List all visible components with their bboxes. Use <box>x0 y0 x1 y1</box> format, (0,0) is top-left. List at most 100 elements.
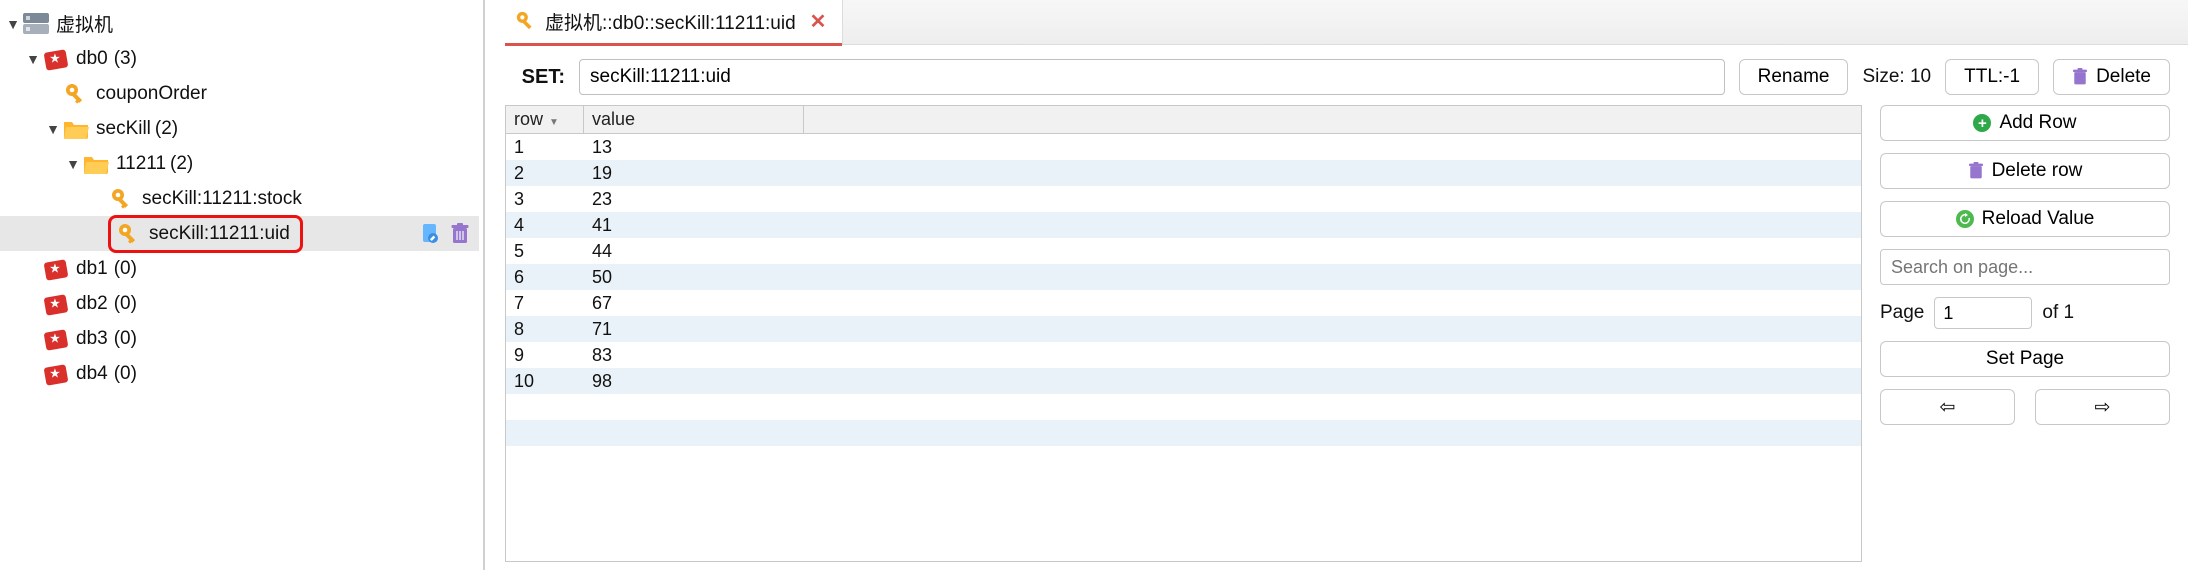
database-icon: ★ <box>42 290 70 318</box>
cell-value: 67 <box>584 290 804 317</box>
database-icon: ★ <box>42 360 70 388</box>
table-row[interactable]: 1098 <box>506 368 1861 394</box>
tab-title: 虚拟机::db0::secKill:11211:uid <box>545 8 796 35</box>
tab-bar-filler <box>842 0 2188 44</box>
trash-icon[interactable] <box>449 223 471 245</box>
tree-node-couponorder[interactable]: couponOrder <box>0 76 479 111</box>
cell-value: 44 <box>584 238 804 265</box>
chevron-down-icon[interactable]: ▼ <box>26 51 40 67</box>
copy-key-icon[interactable] <box>419 223 441 245</box>
cell-blank <box>804 144 1861 150</box>
arrow-right-icon: ⇨ <box>2095 396 2111 419</box>
next-page-button[interactable]: ⇨ <box>2035 389 2170 425</box>
table-row[interactable]: 650 <box>506 264 1861 290</box>
cell-row: 4 <box>506 212 584 239</box>
close-icon[interactable]: ✕ <box>810 9 827 34</box>
tab-key-uid[interactable]: 虚拟机::db0::secKill:11211:uid ✕ <box>505 0 842 46</box>
page-label: Page <box>1880 302 1924 324</box>
reload-value-button[interactable]: Reload Value <box>1880 201 2170 237</box>
table-row[interactable]: 544 <box>506 238 1861 264</box>
trash-icon <box>1968 162 1984 180</box>
rename-label: Rename <box>1758 66 1830 88</box>
cell-blank <box>804 196 1861 202</box>
tree-node-db1[interactable]: ★ db1 (0) <box>0 251 479 286</box>
key-icon <box>515 10 537 32</box>
sidebar-tree: ▼ 虚拟机 ▼ ★ db0 (3) <box>0 0 485 570</box>
rename-button[interactable]: Rename <box>1739 59 1849 95</box>
table-row-empty <box>506 446 1861 472</box>
plus-icon: + <box>1973 114 1991 132</box>
cell-blank <box>804 248 1861 254</box>
search-input[interactable] <box>1880 249 2170 285</box>
cell-value: 19 <box>584 160 804 187</box>
tree-count: (2) <box>155 118 178 140</box>
cell-row: 6 <box>506 264 584 291</box>
chevron-down-icon[interactable]: ▼ <box>46 121 60 137</box>
cell-value: 23 <box>584 186 804 213</box>
page-number-input[interactable] <box>1934 297 2032 329</box>
tree-label: couponOrder <box>96 83 207 105</box>
column-header-row[interactable]: row <box>506 106 584 133</box>
tab-bar: 虚拟机::db0::secKill:11211:uid ✕ <box>505 0 2188 45</box>
tree-label: db2 <box>76 293 108 315</box>
tree-count: (0) <box>114 293 137 315</box>
table-row[interactable]: 767 <box>506 290 1861 316</box>
tree-node-key-uid[interactable]: secKill:11211:uid <box>0 216 479 251</box>
reload-icon <box>1956 210 1974 228</box>
key-icon <box>62 80 90 108</box>
table-row[interactable]: 441 <box>506 212 1861 238</box>
database-icon: ★ <box>42 255 70 283</box>
tree-node-db0[interactable]: ▼ ★ db0 (3) <box>0 41 479 76</box>
delete-label: Delete <box>2096 66 2151 88</box>
cell-blank <box>804 222 1861 228</box>
cell-row: 8 <box>506 316 584 343</box>
tree-label: secKill <box>96 118 151 140</box>
cell-value: 98 <box>584 368 804 395</box>
trash-icon <box>2072 68 2088 86</box>
tree-node-key-stock[interactable]: secKill:11211:stock <box>0 181 479 216</box>
set-page-button[interactable]: Set Page <box>1880 341 2170 377</box>
tree-node-db3[interactable]: ★ db3 (0) <box>0 321 479 356</box>
values-table: row value 113219323441544650767871983109… <box>505 105 1862 562</box>
cell-blank <box>804 326 1861 332</box>
table-row[interactable]: 871 <box>506 316 1861 342</box>
tree-node-db2[interactable]: ★ db2 (0) <box>0 286 479 321</box>
cell-value: 71 <box>584 316 804 343</box>
ttl-button[interactable]: TTL:-1 <box>1945 59 2039 95</box>
delete-row-button[interactable]: Delete row <box>1880 153 2170 189</box>
key-name-input[interactable] <box>579 59 1725 95</box>
chevron-down-icon[interactable]: ▼ <box>66 156 80 172</box>
table-row[interactable]: 219 <box>506 160 1861 186</box>
folder-open-icon <box>82 150 110 178</box>
tree-node-seckill-folder[interactable]: ▼ secKill (2) <box>0 111 479 146</box>
delete-key-button[interactable]: Delete <box>2053 59 2170 95</box>
cell-value: 83 <box>584 342 804 369</box>
folder-open-icon <box>62 115 90 143</box>
cell-row: 3 <box>506 186 584 213</box>
type-label: SET: <box>505 66 565 89</box>
tree-label: db3 <box>76 328 108 350</box>
prev-page-button[interactable]: ⇦ <box>1880 389 2015 425</box>
cell-blank <box>804 378 1861 384</box>
chevron-down-icon[interactable]: ▼ <box>6 16 20 32</box>
tree-node-11211-folder[interactable]: ▼ 11211 (2) <box>0 146 479 181</box>
table-row[interactable]: 113 <box>506 134 1861 160</box>
tree-count: (0) <box>114 328 137 350</box>
tree-label: db0 <box>76 48 108 70</box>
table-row[interactable]: 323 <box>506 186 1861 212</box>
ttl-label: TTL:-1 <box>1964 66 2020 88</box>
table-row[interactable]: 983 <box>506 342 1861 368</box>
key-toolbar: SET: Rename Size: 10 TTL:-1 Delete <box>505 45 2188 105</box>
table-row-empty <box>506 394 1861 420</box>
reload-label: Reload Value <box>1982 208 2095 230</box>
tree-count: (3) <box>114 48 137 70</box>
add-row-button[interactable]: + Add Row <box>1880 105 2170 141</box>
tree-label: db1 <box>76 258 108 280</box>
tree-node-root[interactable]: ▼ 虚拟机 <box>0 6 479 41</box>
column-header-blank <box>804 106 1861 133</box>
server-icon <box>22 10 50 38</box>
svg-text:★: ★ <box>50 263 60 275</box>
column-header-value[interactable]: value <box>584 106 804 133</box>
tree-count: (2) <box>170 153 193 175</box>
tree-node-db4[interactable]: ★ db4 (0) <box>0 356 479 391</box>
